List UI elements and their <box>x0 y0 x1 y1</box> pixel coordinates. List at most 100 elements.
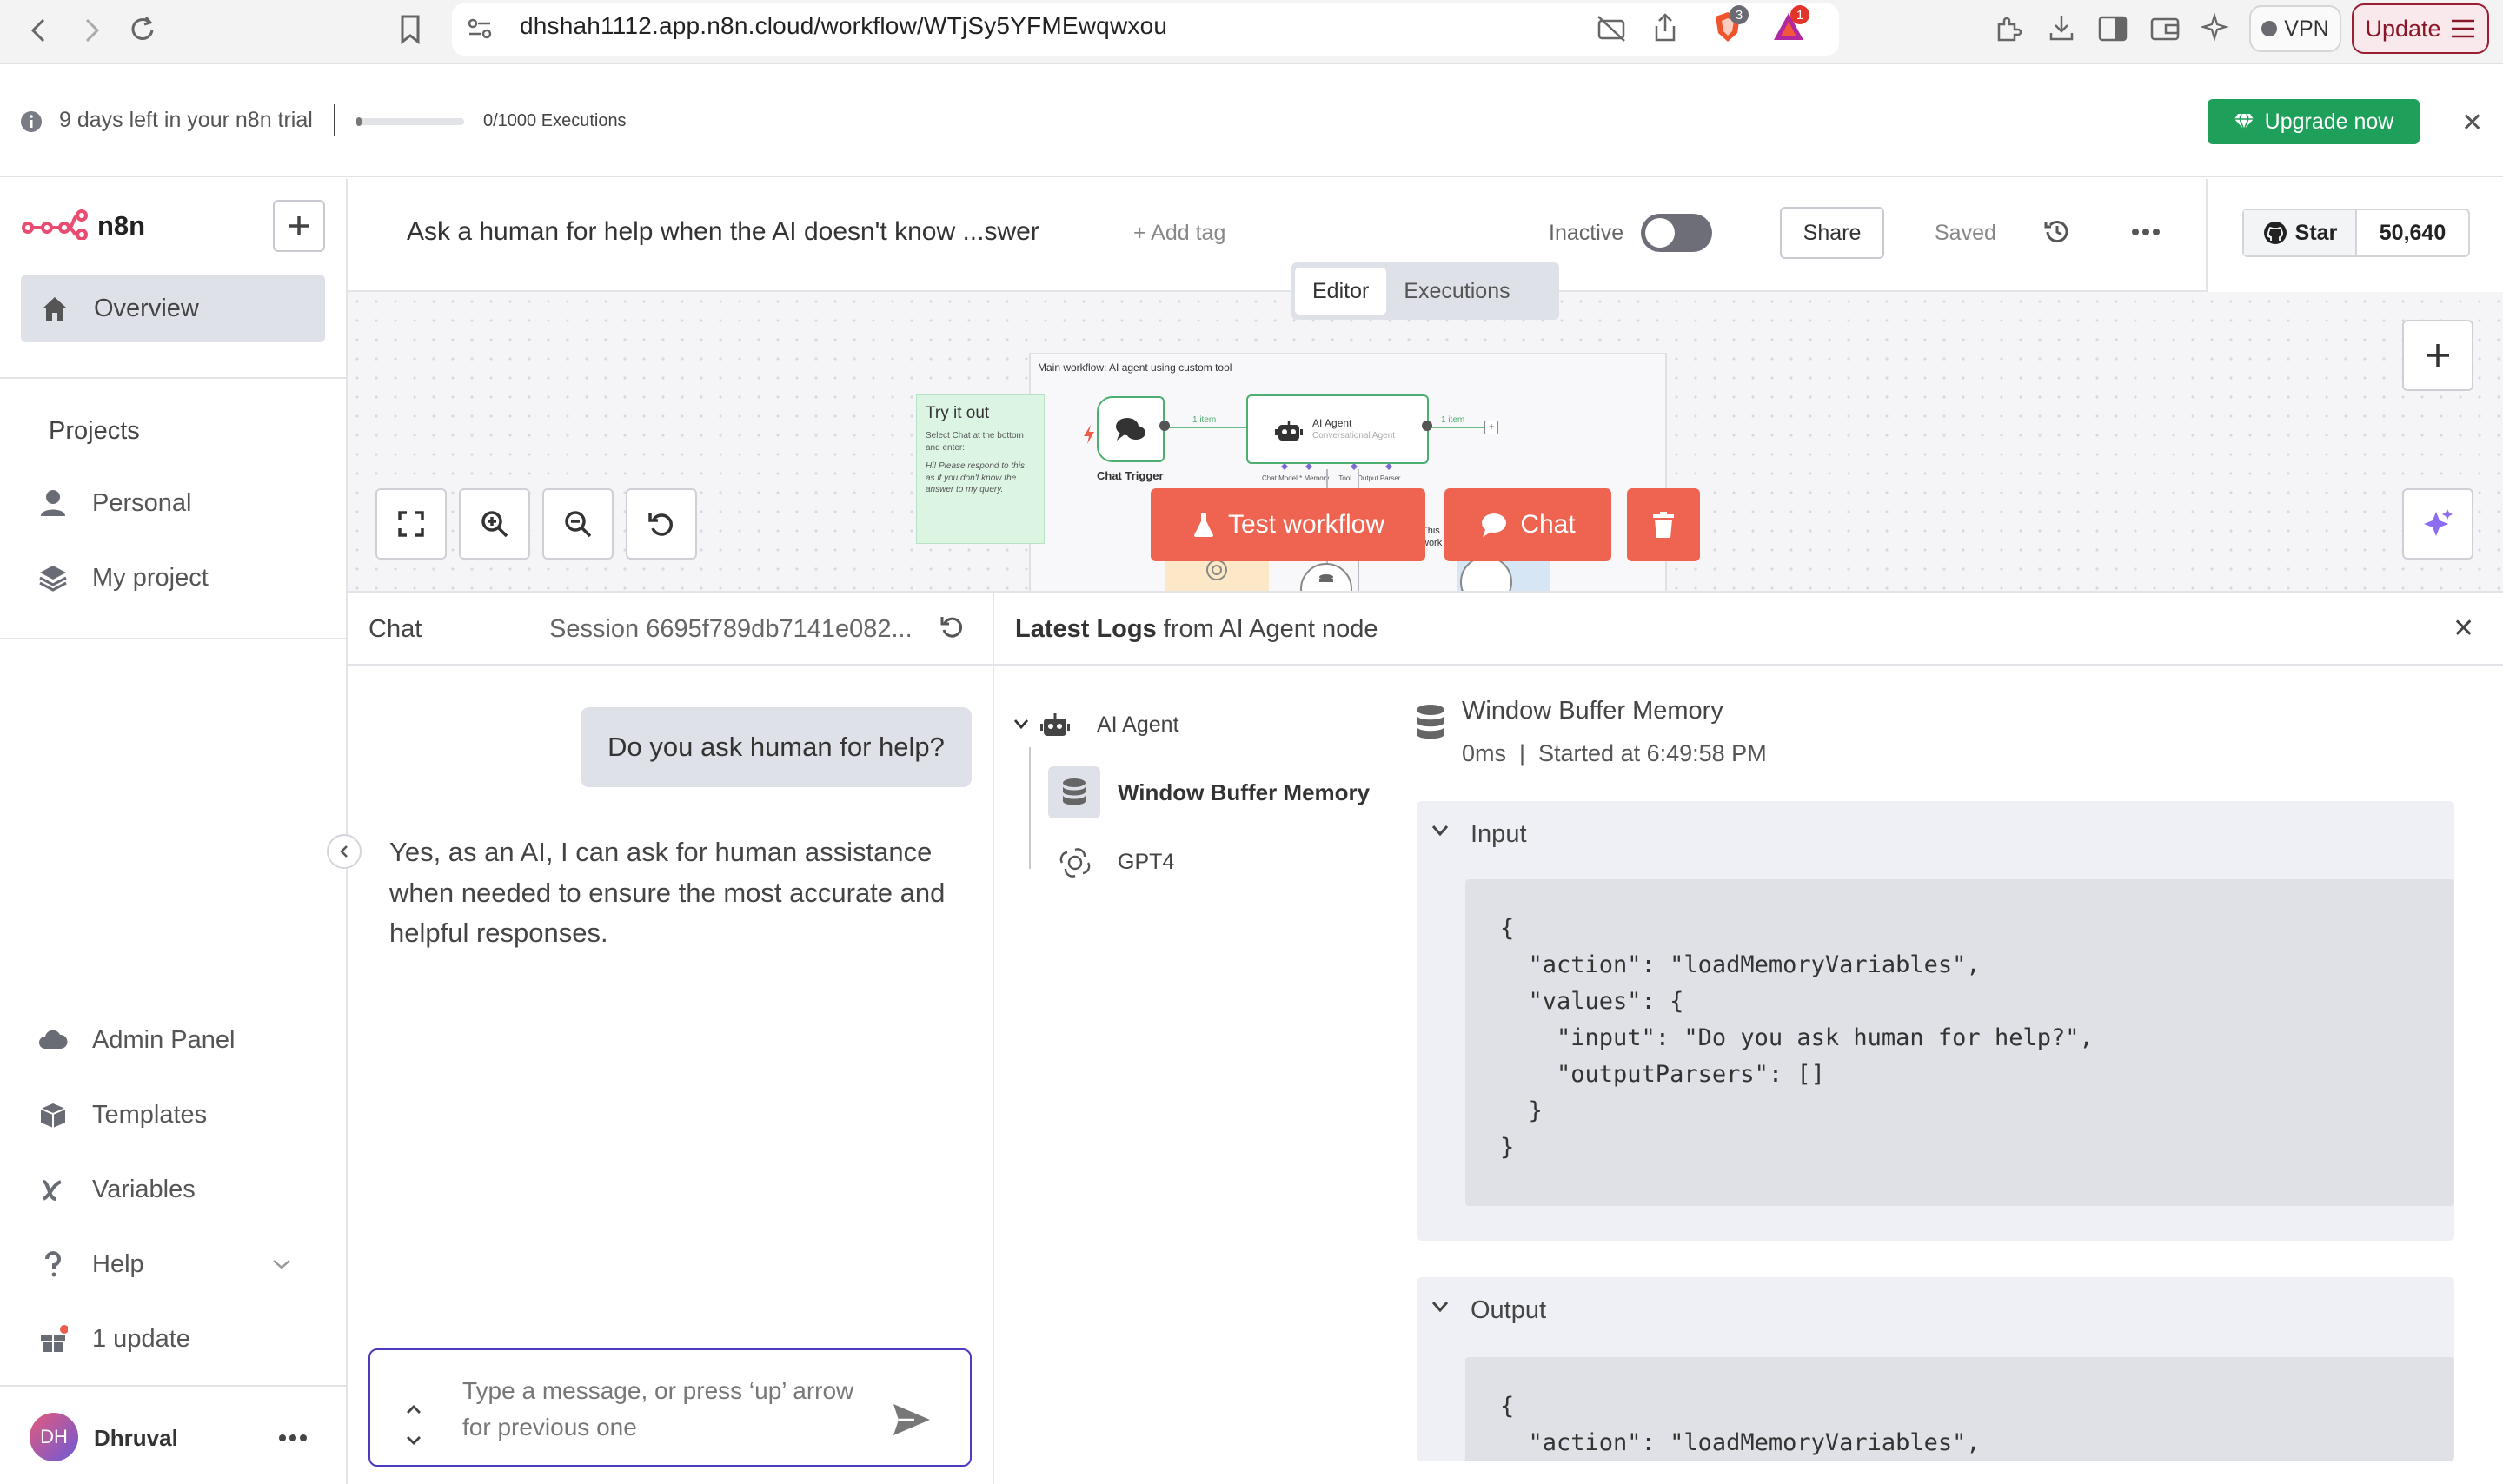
tree-item-ai-agent[interactable]: AI Agent <box>1097 712 1179 738</box>
more-options-icon[interactable] <box>2131 228 2161 236</box>
workflow-title[interactable]: Ask a human for help when the AI doesn't… <box>407 217 1039 247</box>
tab-executions[interactable]: Executions <box>1386 268 1527 315</box>
ai-assistant-button[interactable] <box>2402 488 2473 560</box>
user-name: Dhruval <box>94 1425 178 1451</box>
robot-icon <box>1039 711 1071 739</box>
sidebar-item-label: 1 update <box>92 1324 190 1353</box>
tab-editor[interactable]: Editor <box>1295 268 1387 315</box>
browser-update-button[interactable]: Update <box>2352 3 2489 54</box>
toggle-knob <box>1645 218 1675 248</box>
agent-input-ports <box>1281 462 1394 470</box>
bot-message: Yes, as an AI, I can ask for human assis… <box>389 837 946 948</box>
output-port[interactable] <box>1422 421 1432 431</box>
forward-icon[interactable] <box>78 16 104 45</box>
close-logs-icon[interactable]: ✕ <box>2453 613 2474 644</box>
leo-ai-icon[interactable] <box>2201 12 2232 43</box>
logs-title-rest: from AI Agent node <box>1156 615 1378 643</box>
sidebar-item-label: Help <box>92 1249 144 1278</box>
test-workflow-button[interactable]: Test workflow <box>1151 488 1425 561</box>
zoom-out-button[interactable] <box>542 488 614 560</box>
undo-icon <box>648 513 673 536</box>
vpn-status-icon <box>2261 21 2278 36</box>
reset-session-icon[interactable] <box>939 613 965 639</box>
github-star-count: 50,640 <box>2379 220 2447 245</box>
tree-item-gpt4[interactable]: GPT4 <box>1118 850 1174 875</box>
upgrade-now-button[interactable]: Upgrade now <box>2208 99 2420 144</box>
history-arrows-icon[interactable] <box>405 1402 422 1448</box>
tree-item-label: Window Buffer Memory <box>1118 778 1371 805</box>
lightning-icon <box>1083 424 1095 445</box>
main-note-title: Main workflow: AI agent using custom too… <box>1038 361 1232 374</box>
brand-name: n8n <box>97 210 146 241</box>
test-workflow-label: Test workflow <box>1227 510 1385 539</box>
reload-icon[interactable] <box>127 14 158 45</box>
extensions-icon[interactable] <box>1994 14 2023 43</box>
sidebar-item-variables[interactable]: Variables <box>38 1175 196 1204</box>
fit-view-button[interactable] <box>375 488 447 560</box>
avatar[interactable]: DH <box>30 1413 78 1461</box>
download-icon[interactable] <box>2048 12 2075 43</box>
alert-count-badge: 1 <box>1790 5 1809 24</box>
sidebar-divider <box>0 1385 346 1387</box>
variable-icon <box>38 1175 68 1204</box>
delete-button[interactable] <box>1627 488 1700 561</box>
github-star-button[interactable]: Star <box>2244 210 2357 255</box>
note-title: Try it out <box>926 404 990 422</box>
share-page-icon[interactable] <box>1651 12 1679 43</box>
add-tag-link[interactable]: + Add tag <box>1133 221 1225 246</box>
projects-heading: Projects <box>49 417 140 445</box>
cloud-icon <box>38 1025 68 1055</box>
update-label: Update <box>2365 15 2441 42</box>
edge-label: 1 item <box>1441 415 1465 425</box>
add-node-plus-icon[interactable]: + <box>1484 421 1498 434</box>
chat-trigger-node[interactable] <box>1097 396 1165 462</box>
connection-line <box>1429 427 1484 428</box>
url-text[interactable]: dhshah1112.app.n8n.cloud/workflow/WTjSy5… <box>520 12 1167 40</box>
session-id: Session 6695f789db7141e082... <box>549 615 913 643</box>
site-settings-icon[interactable] <box>466 16 494 42</box>
sidebar-divider <box>0 638 346 639</box>
sidebar-item-overview[interactable]: Overview <box>21 275 325 342</box>
chat-button[interactable]: Chat <box>1444 488 1611 561</box>
sidebar-item-label: Admin Panel <box>92 1025 236 1054</box>
bookmark-icon[interactable] <box>398 14 422 45</box>
sidebar-item-update[interactable]: 1 update <box>38 1324 190 1354</box>
chevron-down-icon[interactable] <box>1431 824 1450 838</box>
connection-line <box>1165 427 1246 428</box>
send-icon[interactable] <box>892 1402 932 1437</box>
gift-icon <box>38 1324 68 1354</box>
back-icon[interactable] <box>26 16 52 45</box>
reset-zoom-button[interactable] <box>626 488 697 560</box>
zoom-in-button[interactable] <box>459 488 530 560</box>
active-toggle[interactable] <box>1641 214 1712 252</box>
output-section-label: Output <box>1471 1296 1547 1324</box>
sidebar-item-my-project[interactable]: My project <box>38 563 209 593</box>
sidebar-toggle-icon[interactable] <box>2098 16 2128 42</box>
create-button[interactable] <box>273 200 325 252</box>
wallet-icon[interactable] <box>2150 16 2180 42</box>
github-star-widget[interactable]: Star 50,640 <box>2242 209 2470 257</box>
caret-down-icon[interactable] <box>1013 718 1029 730</box>
share-button[interactable]: Share <box>1780 207 1884 259</box>
close-trial-banner-icon[interactable]: ✕ <box>2461 108 2483 138</box>
try-it-out-note[interactable]: Try it out Select Chat at the bottom and… <box>916 394 1045 544</box>
sidebar-item-templates[interactable]: Templates <box>38 1100 207 1130</box>
trial-message: 9 days left in your n8n trial <box>59 108 313 132</box>
diamond-icon <box>2234 112 2254 131</box>
vpn-button[interactable]: VPN <box>2249 5 2341 52</box>
camera-off-icon[interactable] <box>1596 14 1627 43</box>
add-node-button[interactable] <box>2402 320 2473 391</box>
chat-message-input[interactable]: Type a message, or press ‘up’ arrow for … <box>368 1348 972 1467</box>
chevron-down-icon[interactable] <box>271 1256 292 1272</box>
output-json: { "action": "loadMemoryVariables", <box>1465 1357 2454 1461</box>
collapse-panel-button[interactable] <box>327 834 362 869</box>
output-port[interactable] <box>1159 421 1170 431</box>
sidebar-item-help[interactable]: Help <box>38 1249 144 1279</box>
robot-icon <box>1274 419 1304 443</box>
user-menu-icon[interactable] <box>278 1434 308 1442</box>
chevron-down-icon[interactable] <box>1431 1300 1450 1314</box>
sidebar-item-personal[interactable]: Personal <box>38 488 191 518</box>
sidebar-item-admin-panel[interactable]: Admin Panel <box>38 1025 235 1055</box>
tree-item-window-buffer-memory[interactable]: Window Buffer Memory <box>1048 765 1378 820</box>
history-icon[interactable] <box>2042 217 2072 247</box>
